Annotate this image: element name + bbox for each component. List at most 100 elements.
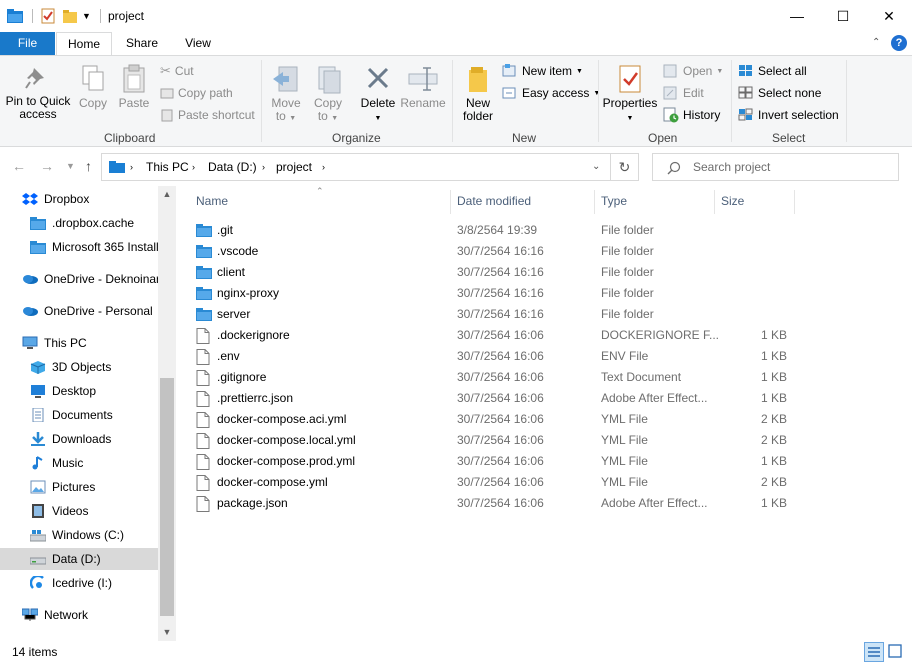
select-all-button[interactable]: Select all: [738, 63, 807, 79]
column-divider[interactable]: [450, 190, 451, 214]
column-header-name[interactable]: Name: [196, 194, 228, 208]
address-bar[interactable]: › This PC › Data (D:) › project › ⌄: [101, 153, 611, 181]
file-row[interactable]: package.json 30/7/2564 16:06 Adobe After E…: [194, 493, 794, 514]
nav-item-dropbox-cache[interactable]: .dropbox.cache: [0, 212, 158, 234]
folder-icon: [196, 286, 212, 303]
nav-item-3d-objects[interactable]: 3D Objects: [0, 356, 158, 378]
minimize-button[interactable]: —: [774, 0, 820, 32]
maximize-button[interactable]: ☐: [820, 0, 866, 32]
folder-app-icon[interactable]: [6, 6, 24, 26]
breadcrumb-this-pc[interactable]: This PC: [146, 160, 189, 174]
select-none-button[interactable]: Select none: [738, 85, 821, 101]
file-row[interactable]: .env 30/7/2564 16:06 ENV File 1 KB: [194, 346, 794, 367]
sort-ascending-icon: ⌃: [316, 186, 324, 196]
file-row[interactable]: client 30/7/2564 16:16 File folder: [194, 262, 794, 283]
file-row[interactable]: .dockerignore 30/7/2564 16:06 DOCKERIGNORE…: [194, 325, 794, 346]
file-row[interactable]: .git 3/8/2564 19:39 File folder: [194, 220, 794, 241]
address-history-chevron-icon[interactable]: ⌄: [592, 161, 600, 172]
breadcrumb-data-d[interactable]: Data (D:): [208, 160, 257, 174]
easy-access-button[interactable]: Easy access ▼: [502, 85, 600, 101]
nav-item-desktop[interactable]: Desktop: [0, 380, 158, 402]
breadcrumb-separator-icon[interactable]: ›: [322, 162, 325, 172]
copy-path-button[interactable]: Copy path: [160, 85, 233, 101]
file-row[interactable]: server 30/7/2564 16:16 File folder: [194, 304, 794, 325]
search-input[interactable]: Search project: [652, 153, 899, 181]
paste-shortcut-button[interactable]: Paste shortcut: [160, 107, 255, 123]
column-header-date[interactable]: Date modified: [457, 194, 531, 208]
nav-scrollbar[interactable]: ▲ ▼: [158, 186, 176, 641]
column-header-type[interactable]: Type: [601, 194, 627, 208]
invert-selection-button[interactable]: Invert selection: [738, 107, 839, 123]
forward-arrow-icon[interactable]: →: [40, 158, 54, 174]
help-icon[interactable]: ?: [891, 35, 907, 51]
new-folder-button[interactable]: New folder: [458, 64, 498, 123]
nav-item-windows-c[interactable]: Windows (C:): [0, 524, 158, 546]
drive-icon: [29, 552, 47, 566]
nav-item-onedrive-personal[interactable]: OneDrive - Personal: [0, 300, 158, 322]
tab-home[interactable]: Home: [56, 32, 112, 57]
history-button[interactable]: History: [663, 107, 720, 123]
copy-button[interactable]: Copy: [76, 64, 110, 110]
breadcrumb-project[interactable]: project: [276, 160, 312, 174]
qa-customize-dropdown-icon[interactable]: ▼: [82, 6, 91, 26]
delete-button[interactable]: Delete ▼: [358, 64, 398, 125]
tab-file[interactable]: File: [0, 32, 55, 56]
breadcrumb-separator-icon[interactable]: ›: [192, 162, 195, 172]
folder-icon: [30, 216, 46, 230]
open-button[interactable]: Open ▼: [663, 63, 723, 79]
new-item-button[interactable]: New item ▼: [502, 63, 583, 79]
details-view-button[interactable]: [864, 642, 884, 662]
recent-locations-chevron-icon[interactable]: ▼: [66, 161, 75, 171]
column-divider[interactable]: [794, 190, 795, 214]
nav-item-music[interactable]: Music: [0, 452, 158, 474]
cut-button[interactable]: ✂ Cut: [160, 63, 194, 79]
column-divider[interactable]: [714, 190, 715, 214]
new-folder-icon: [469, 67, 487, 92]
file-icon: [196, 454, 210, 473]
file-row[interactable]: .gitignore 30/7/2564 16:06 Text Document 1 …: [194, 367, 794, 388]
up-arrow-icon[interactable]: ↑: [85, 158, 92, 174]
file-icon: [196, 412, 210, 431]
file-row[interactable]: docker-compose.prod.yml 30/7/2564 16:06 YM…: [194, 451, 794, 472]
nav-item-data-d[interactable]: Data (D:): [0, 548, 158, 570]
collapse-ribbon-icon[interactable]: ⌃: [872, 37, 880, 48]
nav-item-network[interactable]: Network: [0, 604, 158, 626]
scrollbar-thumb[interactable]: [160, 378, 174, 616]
file-row[interactable]: docker-compose.yml 30/7/2564 16:06 YML Fil…: [194, 472, 794, 493]
properties-qa-icon[interactable]: [40, 6, 56, 26]
nav-item-downloads[interactable]: Downloads: [0, 428, 158, 450]
column-header-size[interactable]: Size: [721, 194, 744, 208]
close-button[interactable]: ✕: [866, 0, 912, 32]
refresh-button[interactable]: ↻: [611, 153, 639, 181]
nav-item-icedrive-i[interactable]: Icedrive (I:): [0, 572, 158, 594]
move-to-button[interactable]: Move to ▼: [268, 64, 304, 125]
file-row[interactable]: .vscode 30/7/2564 16:16 File folder: [194, 241, 794, 262]
column-divider[interactable]: [594, 190, 595, 214]
tab-share[interactable]: Share: [118, 32, 166, 56]
nav-item-videos[interactable]: Videos: [0, 500, 158, 522]
file-row[interactable]: nginx-proxy 30/7/2564 16:16 File folder: [194, 283, 794, 304]
file-row[interactable]: docker-compose.aci.yml 30/7/2564 16:06 YML…: [194, 409, 794, 430]
rename-button[interactable]: Rename: [400, 64, 446, 110]
nav-item-dropbox[interactable]: Dropbox: [0, 188, 158, 210]
large-icons-view-button[interactable]: [886, 642, 906, 662]
paste-button[interactable]: Paste: [116, 64, 152, 110]
nav-item-documents[interactable]: Documents: [0, 404, 158, 426]
nav-item-this-pc[interactable]: This PC: [0, 332, 158, 354]
pin-to-quick-access-button[interactable]: Pin to Quick access: [4, 64, 72, 121]
edit-button[interactable]: Edit: [663, 85, 704, 101]
nav-item-microsoft-365-install[interactable]: Microsoft 365 Install: [0, 236, 158, 258]
scroll-down-icon[interactable]: ▼: [158, 624, 176, 641]
nav-item-pictures[interactable]: Pictures: [0, 476, 158, 498]
properties-button[interactable]: Properties ▼: [602, 64, 658, 125]
file-row[interactable]: docker-compose.local.yml 30/7/2564 16:06 Y…: [194, 430, 794, 451]
new-folder-qa-icon[interactable]: [62, 6, 78, 26]
back-arrow-icon[interactable]: ←: [12, 158, 26, 174]
file-row[interactable]: .prettierrc.json 30/7/2564 16:06 Adobe Aft…: [194, 388, 794, 409]
breadcrumb-separator-icon[interactable]: ›: [130, 162, 133, 172]
nav-item-onedrive-deknoinar[interactable]: OneDrive - Deknoinar: [0, 268, 158, 290]
copy-to-button[interactable]: Copy to ▼: [310, 64, 346, 125]
tab-view[interactable]: View: [176, 32, 220, 56]
scroll-up-icon[interactable]: ▲: [158, 186, 176, 203]
breadcrumb-separator-icon[interactable]: ›: [262, 162, 265, 172]
